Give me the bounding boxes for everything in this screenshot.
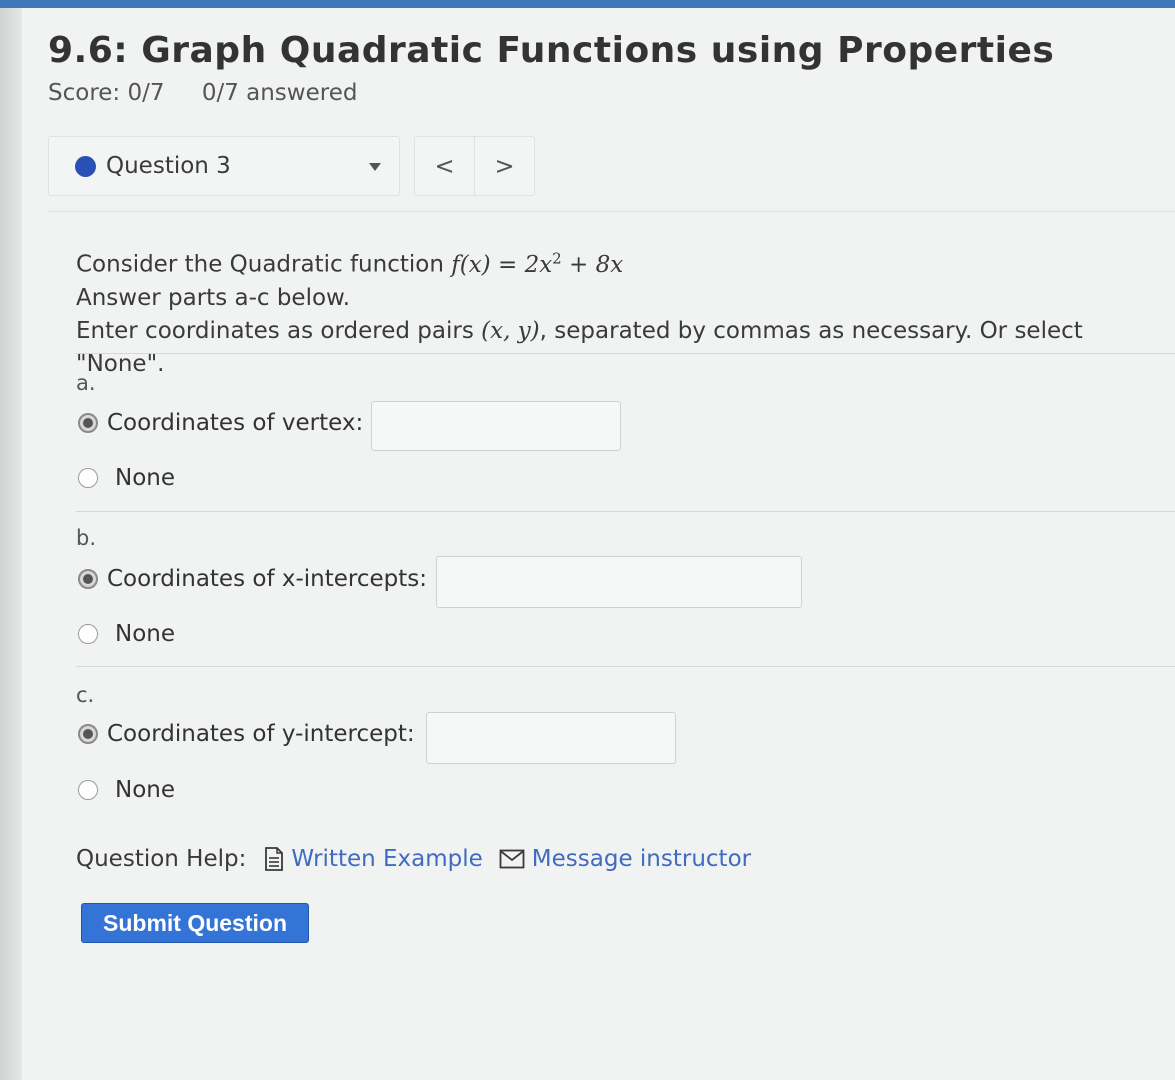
question-select[interactable]: Question 3 — [48, 136, 400, 196]
question-arrows: < > — [414, 136, 535, 196]
vertex-answer-input[interactable] — [371, 401, 621, 451]
message-instructor-label: Message instructor — [531, 846, 752, 872]
top-accent-bar — [0, 0, 1175, 8]
part-c-none-label: None — [115, 777, 176, 803]
part-b-none-option[interactable]: None — [78, 621, 175, 647]
next-question-button[interactable]: > — [474, 137, 534, 195]
part-b-letter: b. — [76, 526, 97, 550]
document-icon — [265, 847, 284, 871]
function-expression: f(x) = 2x2 + 8x — [451, 249, 624, 278]
prompt-line-3-lead: Enter coordinates as ordered pairs — [76, 317, 482, 344]
message-instructor-link[interactable]: Message instructor — [499, 846, 751, 872]
part-a-coordinates-option[interactable]: Coordinates of vertex: — [78, 410, 363, 436]
assignment-page: 9.6: Graph Quadratic Functions using Pro… — [22, 8, 1175, 1080]
question-status-dot-icon — [75, 155, 96, 177]
part-c-letter: c. — [76, 683, 95, 707]
score-line: Score: 0/7 0/7 answered — [48, 80, 387, 106]
browser-left-edge — [0, 0, 22, 1080]
answered-count: 0/7 answered — [201, 80, 358, 106]
part-b-coordinates-label: Coordinates of x-intercepts: — [107, 566, 428, 592]
prompt-lead: Consider the Quadratic function — [76, 251, 452, 278]
function-coef: 2x — [524, 251, 553, 278]
previous-question-button[interactable]: < — [415, 137, 474, 195]
question-prompt: Consider the Quadratic function f(x) = 2… — [76, 242, 1165, 381]
part-b-coordinates-radio[interactable] — [78, 569, 98, 589]
written-example-label: Written Example — [291, 846, 483, 872]
page-title: 9.6: Graph Quadratic Functions using Pro… — [48, 30, 1055, 71]
function-exponent: 2 — [552, 249, 562, 267]
function-tail: + 8x — [561, 251, 624, 278]
question-help: Question Help: Written Example Message i… — [76, 846, 751, 872]
ordered-pair-notation: (x, y) — [481, 317, 540, 344]
part-c-none-radio[interactable] — [78, 780, 98, 800]
question-select-label: Question 3 — [106, 153, 231, 179]
part-a-coordinates-label: Coordinates of vertex: — [107, 410, 364, 436]
question-help-label: Question Help: — [76, 846, 247, 872]
y-intercept-answer-input[interactable] — [426, 712, 676, 764]
written-example-link[interactable]: Written Example — [264, 846, 483, 872]
question-navigator: Question 3 < > — [48, 136, 535, 198]
prompt-line-1: Consider the Quadratic function f(x) = 2… — [76, 242, 1165, 282]
part-b-none-radio[interactable] — [78, 624, 98, 644]
equals-sign: = — [490, 251, 525, 278]
part-divider — [76, 666, 1175, 667]
part-c-coordinates-label: Coordinates of y-intercept: — [107, 721, 415, 747]
part-c-none-option[interactable]: None — [78, 777, 175, 803]
part-a-letter: a. — [76, 371, 96, 395]
prompt-line-2: Answer parts a-c below. — [76, 284, 351, 311]
part-c-coordinates-option[interactable]: Coordinates of y-intercept: — [78, 721, 415, 747]
x-intercepts-answer-input[interactable] — [436, 556, 802, 608]
envelope-icon — [499, 849, 525, 869]
part-c-coordinates-radio[interactable] — [78, 724, 98, 744]
caret-down-icon — [369, 163, 381, 171]
nav-divider — [48, 211, 1175, 212]
part-a-none-label: None — [115, 465, 176, 491]
part-a-coordinates-radio[interactable] — [78, 413, 98, 433]
part-a-none-radio[interactable] — [78, 468, 98, 488]
part-divider — [76, 353, 1175, 354]
prompt-line-3: Enter coordinates as ordered pairs (x, y… — [76, 315, 1165, 381]
score-text: Score: 0/7 — [48, 80, 165, 106]
part-b-coordinates-option[interactable]: Coordinates of x-intercepts: — [78, 566, 427, 592]
function-lhs: f(x) — [451, 251, 491, 278]
part-divider — [76, 511, 1175, 512]
submit-question-button[interactable]: Submit Question — [81, 903, 309, 943]
part-b-none-label: None — [115, 621, 176, 647]
part-a-none-option[interactable]: None — [78, 465, 175, 491]
